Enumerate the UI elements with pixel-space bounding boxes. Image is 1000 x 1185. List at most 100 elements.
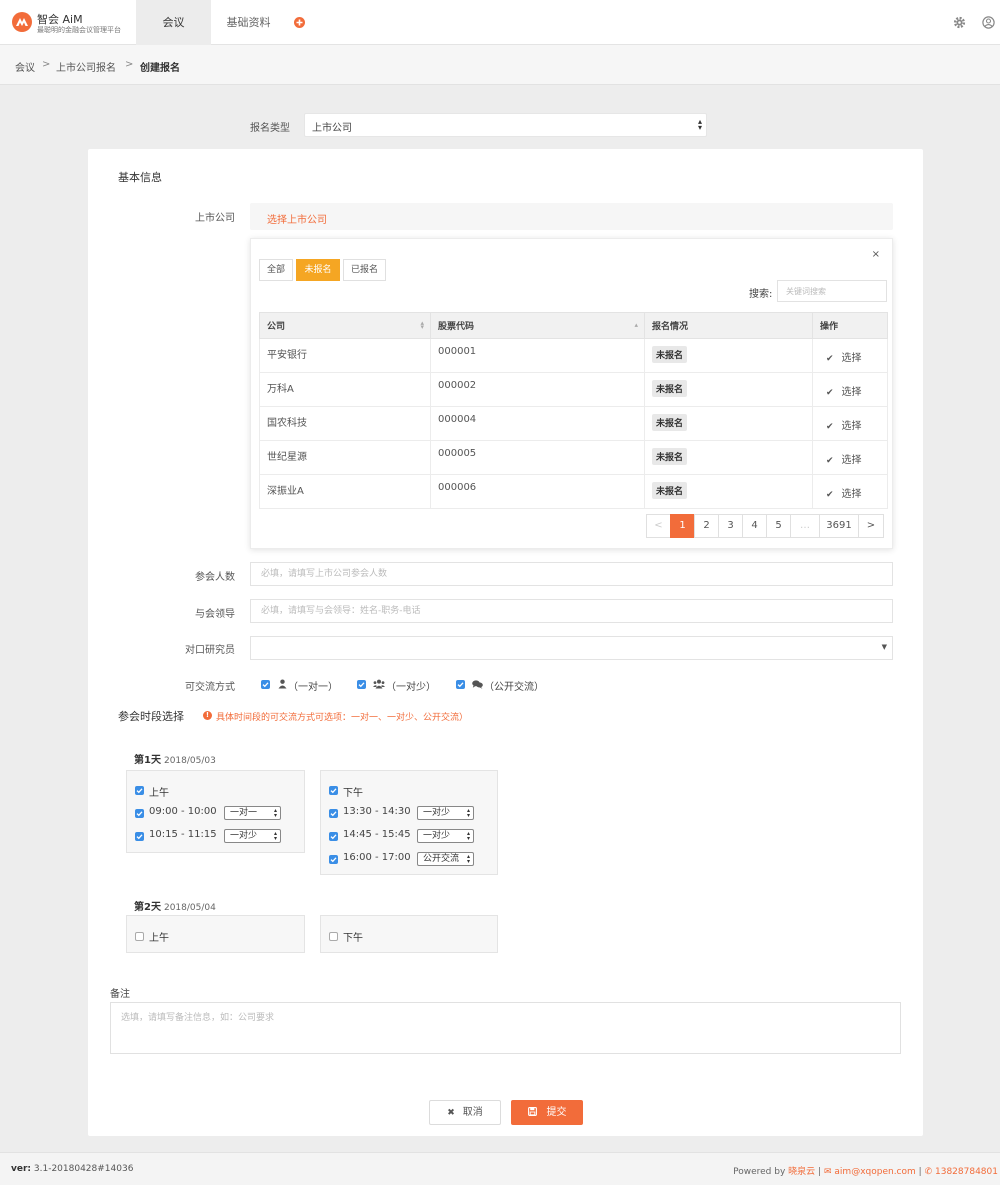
day-2-title: 第2天 2018/05/04 <box>134 902 216 913</box>
slot-checkbox[interactable] <box>329 855 338 864</box>
add-tab-icon[interactable] <box>294 17 305 28</box>
users-icon <box>373 679 385 692</box>
nav-tab-basic-data[interactable]: 基础资料 <box>211 0 286 45</box>
table-row: 万科A 000002 未报名 ✔ 选择 <box>259 372 888 407</box>
gear-icon[interactable] <box>953 16 966 29</box>
close-icon: ✖ <box>447 1108 455 1118</box>
status-badge: 未报名 <box>652 380 688 397</box>
slot-mode-select[interactable]: 一对一 ▴ ▾ <box>224 806 281 820</box>
leaders-label: 与会领导 <box>195 609 235 620</box>
slot-checkbox[interactable] <box>329 809 338 818</box>
exchange-small-group-label: （一对少） <box>386 682 436 693</box>
select-arrows-icon: ▴ ▾ <box>697 117 702 132</box>
status-badge: 未报名 <box>652 414 688 431</box>
status-badge: 未报名 <box>652 448 688 465</box>
select-company-button[interactable]: ✔ 选择 <box>812 338 888 373</box>
slot-mode-select[interactable]: 一对少 ▴ ▾ <box>417 806 474 820</box>
select-company-button[interactable]: ✔ 选择 <box>812 440 888 475</box>
slot-time: 10:15 - 11:15 <box>149 829 217 840</box>
breadcrumb-current: 创建报名 <box>140 63 180 74</box>
cell-status: 未报名 <box>644 338 813 373</box>
search-label: 搜索: <box>749 289 773 300</box>
email-link[interactable]: aim@xqopen.com <box>834 1167 915 1177</box>
user-account-icon[interactable] <box>982 16 995 29</box>
company-label: 上市公司 <box>195 213 235 224</box>
slot-mode-select[interactable]: 公开交流 ▴ ▾ <box>417 852 474 866</box>
filter-tab-unregistered[interactable]: 未报名 <box>296 259 340 281</box>
exchange-one-on-one-checkbox[interactable] <box>261 680 270 689</box>
exchange-public-checkbox[interactable] <box>456 680 465 689</box>
leaders-input[interactable] <box>250 599 893 623</box>
filter-tab-registered[interactable]: 已报名 <box>343 259 386 281</box>
check-icon: ✔ <box>826 490 834 500</box>
slot-checkbox[interactable] <box>135 809 144 818</box>
pagination: < 1 2 3 4 5 … 3691 > <box>646 514 884 538</box>
slot-time: 14:45 - 15:45 <box>343 829 411 840</box>
cell-company: 万科A <box>259 372 431 407</box>
column-header-company[interactable]: 公司 ▴ ▾ <box>259 312 431 339</box>
page-button-3[interactable]: 3 <box>718 514 743 538</box>
status-badge: 未报名 <box>652 346 688 363</box>
page-button-4[interactable]: 4 <box>742 514 767 538</box>
version-info: ver: 3.1-20180428#14036 <box>11 1164 134 1174</box>
slot-checkbox[interactable] <box>135 832 144 841</box>
cell-code: 000001 <box>430 338 645 373</box>
search-input[interactable] <box>777 280 887 302</box>
breadcrumb-separator: > <box>125 59 134 70</box>
cancel-button[interactable]: ✖ 取消 <box>429 1100 501 1125</box>
page-next-button[interactable]: > <box>858 514 884 538</box>
page-button-last[interactable]: 3691 <box>819 514 859 538</box>
cell-company: 世纪星源 <box>259 440 431 475</box>
signup-type-select[interactable]: 上市公司 ▴ ▾ <box>304 113 707 137</box>
brand-link[interactable]: 晓泉云 <box>788 1167 815 1177</box>
exchange-one-on-one-label: （一对一） <box>288 682 338 693</box>
day-1-morning-checkbox[interactable] <box>135 786 144 795</box>
attendees-input[interactable] <box>250 562 893 586</box>
attendees-label: 参会人数 <box>195 572 235 583</box>
cell-company: 国农科技 <box>259 406 431 441</box>
researcher-label: 对口研究员 <box>185 645 235 656</box>
slot-mode-select[interactable]: 一对少 ▴ ▾ <box>417 829 474 843</box>
day-2-afternoon-label: 下午 <box>343 933 363 944</box>
day-2-morning-checkbox[interactable] <box>135 932 144 941</box>
check-icon: ✔ <box>826 456 834 466</box>
schedule-title: 参会时段选择 <box>118 710 184 723</box>
day-2-morning-label: 上午 <box>149 933 169 944</box>
breadcrumb: 会议 > 上市公司报名 > 创建报名 <box>0 45 1000 85</box>
close-icon[interactable]: × <box>872 249 880 260</box>
table-row: 深振业A 000006 未报名 ✔ 选择 <box>259 474 888 509</box>
exchange-small-group-checkbox[interactable] <box>357 680 366 689</box>
select-company-button[interactable]: ✔ 选择 <box>812 406 888 441</box>
nav-tab-meetings[interactable]: 会议 <box>136 0 211 45</box>
cell-status: 未报名 <box>644 372 813 407</box>
cell-status: 未报名 <box>644 440 813 475</box>
column-header-code[interactable]: 股票代码 ▴ <box>430 312 645 339</box>
select-company-button[interactable]: ✔ 选择 <box>812 372 888 407</box>
check-icon: ✔ <box>826 388 834 398</box>
schedule-hint: 具体时间段的可交流方式可选项：一对一、一对少、公开交流） <box>216 713 469 723</box>
day-1-afternoon-checkbox[interactable] <box>329 786 338 795</box>
slot-mode-select[interactable]: 一对少 ▴ ▾ <box>224 829 281 843</box>
day-1-afternoon-label: 下午 <box>343 788 363 799</box>
researcher-select[interactable]: ▼ <box>250 636 893 660</box>
check-icon: ✔ <box>826 422 834 432</box>
cell-code: 000005 <box>430 440 645 475</box>
day-1-morning-box: 上午 09:00 - 10:00 一对一 ▴ ▾ 10:15 - 11:15 一对少… <box>126 770 305 853</box>
page-button-5[interactable]: 5 <box>766 514 791 538</box>
select-company-field[interactable]: 选择上市公司 <box>250 203 893 230</box>
slot-checkbox[interactable] <box>329 832 338 841</box>
cell-code: 000004 <box>430 406 645 441</box>
breadcrumb-meetings[interactable]: 会议 <box>15 59 35 74</box>
page-button-2[interactable]: 2 <box>694 514 719 538</box>
submit-button[interactable]: 提交 <box>511 1100 583 1125</box>
filter-tab-all[interactable]: 全部 <box>259 259 293 281</box>
select-company-button[interactable]: ✔ 选择 <box>812 474 888 509</box>
day-2-afternoon-box: 下午 <box>320 915 498 953</box>
page-prev-button[interactable]: < <box>646 514 671 538</box>
breadcrumb-company-signup[interactable]: 上市公司报名 <box>56 59 116 74</box>
page-button-1[interactable]: 1 <box>670 514 695 538</box>
day-2-afternoon-checkbox[interactable] <box>329 932 338 941</box>
save-icon <box>527 1102 537 1125</box>
cell-code: 000002 <box>430 372 645 407</box>
notes-textarea[interactable] <box>110 1002 901 1054</box>
